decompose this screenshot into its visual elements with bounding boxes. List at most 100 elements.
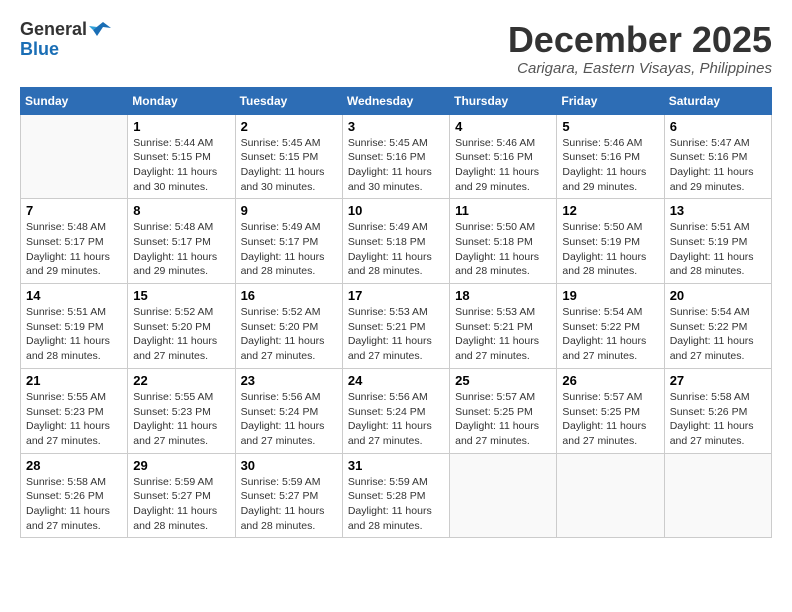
page-subtitle: Carigara, Eastern Visayas, Philippines	[508, 60, 772, 77]
calendar-table: SundayMondayTuesdayWednesdayThursdayFrid…	[20, 87, 772, 539]
calendar-cell: 21 Sunrise: 5:55 AM Sunset: 5:23 PM Dayli…	[21, 368, 128, 453]
day-info: Sunrise: 5:59 AM Sunset: 5:27 PM Dayligh…	[241, 475, 337, 534]
day-number: 7	[26, 203, 122, 218]
day-number: 10	[348, 203, 444, 218]
day-number: 21	[26, 373, 122, 388]
title-area: December 2025 Carigara, Eastern Visayas,…	[508, 20, 772, 77]
day-number: 15	[133, 288, 229, 303]
day-number: 25	[455, 373, 551, 388]
calendar-cell: 2Sunrise: 5:45 AM Sunset: 5:15 PM Daylig…	[235, 114, 342, 199]
day-info: Sunrise: 5:56 AM Sunset: 5:24 PM Dayligh…	[241, 390, 337, 449]
day-info: Sunrise: 5:54 AM Sunset: 5:22 PM Dayligh…	[670, 305, 766, 364]
calendar-cell	[21, 114, 128, 199]
day-number: 22	[133, 373, 229, 388]
day-number: 18	[455, 288, 551, 303]
day-number: 12	[562, 203, 658, 218]
calendar-week-row: 28 Sunrise: 5:58 AM Sunset: 5:26 PM Dayli…	[21, 453, 772, 538]
day-info: Sunrise: 5:46 AM Sunset: 5:16 PM Dayligh…	[455, 136, 551, 195]
calendar-cell: 30Sunrise: 5:59 AM Sunset: 5:27 PM Dayli…	[235, 453, 342, 538]
day-number: 8	[133, 203, 229, 218]
calendar-week-row: 7 Sunrise: 5:48 AM Sunset: 5:17 PM Daylig…	[21, 199, 772, 284]
day-number: 24	[348, 373, 444, 388]
day-number: 16	[241, 288, 337, 303]
calendar-cell: 28 Sunrise: 5:58 AM Sunset: 5:26 PM Dayli…	[21, 453, 128, 538]
day-number: 28	[26, 458, 122, 473]
calendar-cell: 25Sunrise: 5:57 AM Sunset: 5:25 PM Dayli…	[450, 368, 557, 453]
calendar-cell: 24Sunrise: 5:56 AM Sunset: 5:24 PM Dayli…	[342, 368, 449, 453]
calendar-cell: 5 Sunrise: 5:46 AM Sunset: 5:16 PM Daylig…	[557, 114, 664, 199]
calendar-cell: 10 Sunrise: 5:49 AM Sunset: 5:18 PM Dayli…	[342, 199, 449, 284]
calendar-cell: 22 Sunrise: 5:55 AM Sunset: 5:23 PM Dayli…	[128, 368, 235, 453]
day-number: 3	[348, 119, 444, 134]
calendar-cell: 7 Sunrise: 5:48 AM Sunset: 5:17 PM Daylig…	[21, 199, 128, 284]
day-info: Sunrise: 5:51 AM Sunset: 5:19 PM Dayligh…	[26, 305, 122, 364]
calendar-cell: 31 Sunrise: 5:59 AM Sunset: 5:28 PM Dayli…	[342, 453, 449, 538]
calendar-cell	[557, 453, 664, 538]
day-info: Sunrise: 5:57 AM Sunset: 5:25 PM Dayligh…	[562, 390, 658, 449]
calendar-cell: 11 Sunrise: 5:50 AM Sunset: 5:18 PM Dayli…	[450, 199, 557, 284]
day-info: Sunrise: 5:49 AM Sunset: 5:17 PM Dayligh…	[241, 220, 337, 279]
day-info: Sunrise: 5:48 AM Sunset: 5:17 PM Dayligh…	[26, 220, 122, 279]
weekday-header: Sunday	[21, 87, 128, 114]
day-number: 26	[562, 373, 658, 388]
day-info: Sunrise: 5:45 AM Sunset: 5:16 PM Dayligh…	[348, 136, 444, 195]
page-title: December 2025	[508, 20, 772, 60]
calendar-cell: 26 Sunrise: 5:57 AM Sunset: 5:25 PM Dayli…	[557, 368, 664, 453]
day-number: 14	[26, 288, 122, 303]
weekday-header: Tuesday	[235, 87, 342, 114]
day-number: 17	[348, 288, 444, 303]
day-info: Sunrise: 5:54 AM Sunset: 5:22 PM Dayligh…	[562, 305, 658, 364]
calendar-cell: 3 Sunrise: 5:45 AM Sunset: 5:16 PM Daylig…	[342, 114, 449, 199]
day-info: Sunrise: 5:46 AM Sunset: 5:16 PM Dayligh…	[562, 136, 658, 195]
calendar-body: 1 Sunrise: 5:44 AM Sunset: 5:15 PM Daylig…	[21, 114, 772, 538]
calendar-cell: 23Sunrise: 5:56 AM Sunset: 5:24 PM Dayli…	[235, 368, 342, 453]
calendar-cell: 17 Sunrise: 5:53 AM Sunset: 5:21 PM Dayli…	[342, 284, 449, 369]
day-info: Sunrise: 5:50 AM Sunset: 5:18 PM Dayligh…	[455, 220, 551, 279]
calendar-cell: 18Sunrise: 5:53 AM Sunset: 5:21 PM Dayli…	[450, 284, 557, 369]
calendar-cell: 14 Sunrise: 5:51 AM Sunset: 5:19 PM Dayli…	[21, 284, 128, 369]
day-info: Sunrise: 5:51 AM Sunset: 5:19 PM Dayligh…	[670, 220, 766, 279]
day-number: 5	[562, 119, 658, 134]
day-info: Sunrise: 5:55 AM Sunset: 5:23 PM Dayligh…	[133, 390, 229, 449]
calendar-cell: 16 Sunrise: 5:52 AM Sunset: 5:20 PM Dayli…	[235, 284, 342, 369]
day-info: Sunrise: 5:48 AM Sunset: 5:17 PM Dayligh…	[133, 220, 229, 279]
day-number: 27	[670, 373, 766, 388]
calendar-cell: 13 Sunrise: 5:51 AM Sunset: 5:19 PM Dayli…	[664, 199, 771, 284]
calendar-cell: 6Sunrise: 5:47 AM Sunset: 5:16 PM Daylig…	[664, 114, 771, 199]
day-info: Sunrise: 5:47 AM Sunset: 5:16 PM Dayligh…	[670, 136, 766, 195]
day-number: 31	[348, 458, 444, 473]
calendar-cell: 15Sunrise: 5:52 AM Sunset: 5:20 PM Dayli…	[128, 284, 235, 369]
day-info: Sunrise: 5:44 AM Sunset: 5:15 PM Dayligh…	[133, 136, 229, 195]
day-info: Sunrise: 5:49 AM Sunset: 5:18 PM Dayligh…	[348, 220, 444, 279]
logo-blue: Blue	[20, 40, 111, 60]
day-info: Sunrise: 5:58 AM Sunset: 5:26 PM Dayligh…	[26, 475, 122, 534]
day-info: Sunrise: 5:52 AM Sunset: 5:20 PM Dayligh…	[241, 305, 337, 364]
day-info: Sunrise: 5:53 AM Sunset: 5:21 PM Dayligh…	[348, 305, 444, 364]
calendar-cell: 12Sunrise: 5:50 AM Sunset: 5:19 PM Dayli…	[557, 199, 664, 284]
day-info: Sunrise: 5:59 AM Sunset: 5:28 PM Dayligh…	[348, 475, 444, 534]
page-header: General Blue December 2025 Carigara, Eas…	[20, 20, 772, 77]
day-number: 19	[562, 288, 658, 303]
day-info: Sunrise: 5:59 AM Sunset: 5:27 PM Dayligh…	[133, 475, 229, 534]
day-number: 1	[133, 119, 229, 134]
calendar-week-row: 21 Sunrise: 5:55 AM Sunset: 5:23 PM Dayli…	[21, 368, 772, 453]
calendar-cell: 8 Sunrise: 5:48 AM Sunset: 5:17 PM Daylig…	[128, 199, 235, 284]
day-number: 29	[133, 458, 229, 473]
calendar-cell: 4 Sunrise: 5:46 AM Sunset: 5:16 PM Daylig…	[450, 114, 557, 199]
calendar-cell: 1 Sunrise: 5:44 AM Sunset: 5:15 PM Daylig…	[128, 114, 235, 199]
weekday-header: Saturday	[664, 87, 771, 114]
calendar-cell: 19 Sunrise: 5:54 AM Sunset: 5:22 PM Dayli…	[557, 284, 664, 369]
day-number: 11	[455, 203, 551, 218]
weekday-header: Monday	[128, 87, 235, 114]
day-number: 13	[670, 203, 766, 218]
day-info: Sunrise: 5:55 AM Sunset: 5:23 PM Dayligh…	[26, 390, 122, 449]
day-number: 2	[241, 119, 337, 134]
calendar-cell: 29 Sunrise: 5:59 AM Sunset: 5:27 PM Dayli…	[128, 453, 235, 538]
logo-bird-icon	[89, 22, 111, 38]
weekday-header: Thursday	[450, 87, 557, 114]
calendar-cell: 9Sunrise: 5:49 AM Sunset: 5:17 PM Daylig…	[235, 199, 342, 284]
day-number: 4	[455, 119, 551, 134]
logo-general: General	[20, 20, 87, 40]
weekday-header: Wednesday	[342, 87, 449, 114]
calendar-cell: 20Sunrise: 5:54 AM Sunset: 5:22 PM Dayli…	[664, 284, 771, 369]
